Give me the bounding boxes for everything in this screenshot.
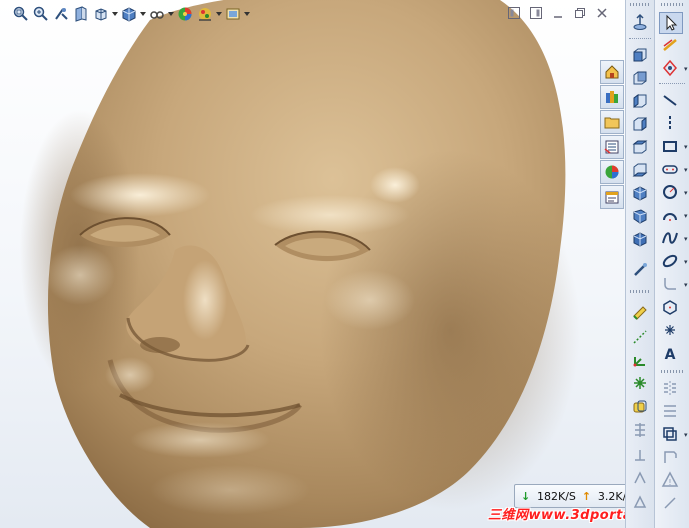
upload-speed: 3.2K/S [597,489,625,503]
tile-horizontal-icon[interactable] [505,5,523,21]
chevron-down-icon[interactable]: ▾ [684,167,689,174]
file-explorer-icon[interactable] [600,110,624,134]
display-style-icon[interactable] [120,5,138,23]
separator [659,83,685,84]
slot-icon[interactable] [659,159,681,179]
edit-appearance-icon[interactable] [176,5,194,23]
tile-vertical-icon[interactable] [527,5,545,21]
graphics-area[interactable]: ↓ 182K/S ↑ 3.2K/S e 三维网www.3dportal.cn [0,0,625,528]
view-selector-icon[interactable] [629,260,651,280]
previous-view-icon[interactable] [52,5,70,23]
hide-show-items-icon[interactable] [148,5,166,23]
head-model[interactable] [0,0,625,528]
view-palette-icon[interactable] [600,135,624,159]
chevron-down-icon[interactable]: ▾ [684,144,689,151]
task-pane-tabs [600,60,624,209]
close-icon[interactable] [593,5,611,21]
chevron-down-icon[interactable]: ▾ [684,432,689,439]
smart-dimension-icon[interactable] [659,35,681,55]
isometric-view-icon[interactable] [629,183,651,203]
site-watermark: 三维网www.3dportal.cn [488,508,625,523]
text-icon[interactable]: A [659,343,681,363]
chevron-down-icon[interactable] [140,5,146,23]
centerline-icon[interactable] [659,113,681,133]
view-toolbar [625,0,654,528]
chevron-down-icon[interactable]: ▾ [684,259,689,266]
ellipse-icon[interactable] [659,251,681,271]
relations-icon[interactable] [659,493,681,513]
sketch-toolbar: ▾ ▾ ▾ ▾ ▾ ▾ ▾ ▾ A ▾ ! [654,0,689,528]
convert-entities-icon[interactable] [659,447,681,467]
linear-pattern-icon[interactable] [659,401,681,421]
appearances-scenes-icon[interactable] [600,160,624,184]
left-view-icon[interactable] [629,91,651,111]
chevron-down-icon[interactable] [112,5,118,23]
chevron-down-icon[interactable] [168,5,174,23]
sketch-point-icon[interactable] [629,397,651,417]
sketch-fillet-icon[interactable] [629,445,651,465]
upload-arrow-icon: ↑ [581,489,592,503]
zoom-to-fit-icon[interactable] [12,5,30,23]
section-properties-icon[interactable] [629,303,651,323]
fillet-icon[interactable] [659,274,681,294]
offset-icon[interactable] [659,424,681,444]
chevron-down-icon[interactable] [244,5,250,23]
sketch-icon[interactable] [659,58,681,78]
toolbar-grip[interactable] [630,290,650,293]
zoom-to-area-icon[interactable] [32,5,50,23]
download-arrow-icon: ↓ [521,489,531,503]
spline-icon[interactable] [659,228,681,248]
bottom-view-icon[interactable] [629,160,651,180]
window-controls [505,5,611,21]
dimetric-view-icon[interactable] [629,229,651,249]
chevron-down-icon[interactable]: ▾ [684,190,689,197]
restore-icon[interactable] [549,5,567,21]
right-view-icon[interactable] [629,114,651,134]
chevron-down-icon[interactable]: ▾ [684,66,689,73]
toolbar-grip[interactable] [661,370,683,373]
chevron-down-icon[interactable]: ▾ [684,213,689,220]
origin-icon[interactable] [629,327,651,347]
extend-icon[interactable] [629,420,651,440]
section-view-icon[interactable] [72,5,90,23]
front-view-icon[interactable] [629,45,651,65]
reference-geometry-icon[interactable] [629,350,651,370]
rectangle-icon[interactable] [659,136,681,156]
chevron-down-icon[interactable]: ▾ [684,236,689,243]
view-settings-icon[interactable] [224,5,242,23]
maximize-icon[interactable] [571,5,589,21]
custom-properties-icon[interactable] [600,185,624,209]
polygon-icon[interactable] [659,297,681,317]
chevron-down-icon[interactable] [216,5,222,23]
network-speed-monitor: ↓ 182K/S ↑ 3.2K/S e [514,484,625,508]
chevron-down-icon[interactable]: ▾ [684,282,689,289]
select-icon[interactable] [659,12,683,34]
toolbar-grip[interactable] [630,3,650,6]
svg-text:A: A [665,347,676,362]
line-icon[interactable] [659,90,681,110]
apply-scene-icon[interactable] [196,5,214,23]
more-tools-icon[interactable] [629,492,651,512]
separator [629,38,651,39]
arc-icon[interactable] [659,205,681,225]
sketch-chamfer-icon[interactable] [629,468,651,488]
mirror-icon[interactable] [659,378,681,398]
normal-to-icon[interactable] [629,12,651,32]
trim-icon[interactable]: ! [659,470,681,490]
back-view-icon[interactable] [629,68,651,88]
trimetric-view-icon[interactable] [629,206,651,226]
download-speed: 182K/S [537,489,576,503]
explode-line-icon[interactable] [629,373,651,393]
solidworks-resources-icon[interactable] [600,60,624,84]
view-orientation-icon[interactable] [92,5,110,23]
toolbar-grip[interactable] [661,3,683,6]
circle-icon[interactable] [659,182,681,202]
design-library-icon[interactable] [600,85,624,109]
top-view-icon[interactable] [629,137,651,157]
svg-text:!: ! [668,478,671,487]
point-icon[interactable] [659,320,681,340]
heads-up-view-toolbar [12,4,250,24]
